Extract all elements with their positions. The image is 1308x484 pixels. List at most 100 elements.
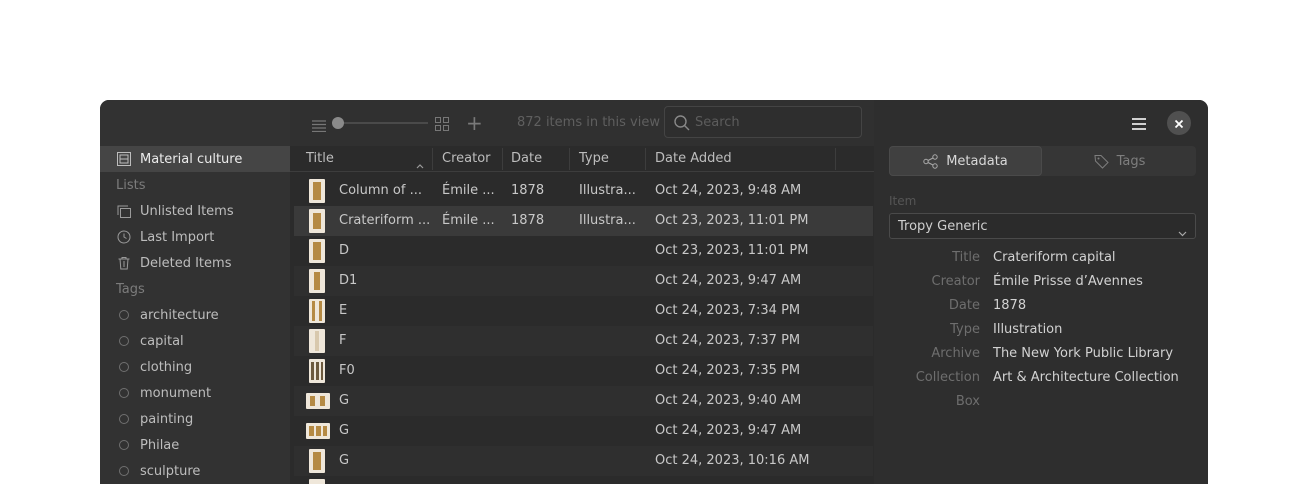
clock-icon [117, 230, 131, 244]
share-nodes-icon [923, 153, 938, 169]
add-item-icon[interactable]: + [466, 113, 483, 133]
table-row[interactable]: Column of ... Émile ... 1878 Illustra...… [294, 176, 873, 206]
field-label-date: Date [948, 298, 980, 313]
app-window: Material culture Lists Unlisted Items La… [100, 100, 1208, 484]
column-divider[interactable] [569, 148, 570, 170]
table-row[interactable]: D1 Oct 24, 2023, 9:47 AM [294, 266, 873, 296]
cell-title: G [339, 453, 350, 468]
item-thumbnail [309, 209, 325, 233]
item-thumbnail [309, 449, 325, 473]
table-row-selected[interactable]: Crateriform ... Émile ... 1878 Illustra.… [294, 206, 873, 236]
item-thumbnail [309, 179, 325, 203]
item-thumbnail [309, 299, 325, 323]
field-label-type: Type [950, 322, 980, 337]
field-label-box: Box [955, 394, 980, 409]
tag-label: capital [140, 333, 184, 349]
cell-date-added: Oct 24, 2023, 9:48 AM [655, 183, 802, 198]
list-view-icon[interactable] [312, 117, 326, 136]
tag-label: monument [140, 385, 212, 401]
tag-dot-icon [117, 464, 131, 478]
toolbar: + 872 items in this view Search [290, 100, 874, 146]
tag-label: sculpture [140, 463, 201, 479]
field-value-title[interactable]: Crateriform capital [993, 250, 1116, 265]
project-item[interactable]: Material culture [100, 146, 290, 172]
column-divider[interactable] [432, 148, 433, 170]
table-row[interactable]: D Oct 23, 2023, 11:01 PM [294, 236, 873, 266]
list-item-last-import[interactable]: Last Import [100, 224, 290, 250]
list-item-unlisted[interactable]: Unlisted Items [100, 198, 290, 224]
table-row[interactable]: G Oct 24, 2023, 9:47 AM [294, 416, 873, 446]
search-field[interactable]: Search [664, 106, 862, 138]
template-select[interactable]: Tropy Generic [889, 213, 1196, 239]
cell-date-added: Oct 24, 2023, 9:47 AM [655, 273, 802, 288]
tag-item[interactable]: painting [100, 406, 290, 432]
column-header-date-added[interactable]: Date Added [655, 151, 732, 166]
field-label-archive: Archive [931, 346, 980, 361]
field-value-type[interactable]: Illustration [993, 322, 1062, 337]
field-value-date[interactable]: 1878 [993, 298, 1026, 313]
list-item-deleted[interactable]: Deleted Items [100, 250, 290, 276]
cell-type: Illustra... [579, 183, 636, 198]
close-icon [1174, 114, 1184, 133]
panel-tabs: Metadata Tags [889, 146, 1196, 176]
grid-view-icon[interactable] [435, 116, 449, 135]
column-header-date[interactable]: Date [511, 151, 542, 166]
tag-label: architecture [140, 307, 219, 323]
table-row[interactable]: G Oct 24, 2023, 10:16 AM [294, 446, 873, 476]
tags-heading: Tags [116, 282, 145, 297]
template-value: Tropy Generic [898, 219, 988, 234]
tab-tags[interactable]: Tags [1043, 146, 1196, 176]
column-header-title[interactable]: Title [306, 151, 334, 166]
tag-item[interactable]: architecture [100, 302, 290, 328]
chevron-down-icon [1178, 222, 1187, 241]
field-value-archive[interactable]: The New York Public Library [993, 346, 1173, 361]
cell-date-added: Oct 23, 2023, 11:01 PM [655, 213, 809, 228]
tag-item[interactable]: sculpture [100, 458, 290, 484]
cell-title: F0 [339, 363, 355, 378]
field-value-collection[interactable]: Art & Architecture Collection [993, 370, 1179, 385]
tab-label: Metadata [946, 153, 1008, 169]
table-row[interactable]: F Oct 24, 2023, 7:37 PM [294, 326, 873, 356]
column-header-type[interactable]: Type [579, 151, 609, 166]
lists-heading: Lists [116, 178, 146, 193]
cell-title: Column of ... [339, 183, 422, 198]
tag-item[interactable]: Philae [100, 432, 290, 458]
cell-date-added: Oct 24, 2023, 7:37 PM [655, 333, 801, 348]
tag-item[interactable]: capital [100, 328, 290, 354]
cell-type: Illustra... [579, 213, 636, 228]
cell-title: E [339, 303, 348, 318]
table-row[interactable]: E Oct 24, 2023, 7:34 PM [294, 296, 873, 326]
item-thumbnail [309, 359, 325, 383]
metadata-panel: Metadata Tags Item Tropy Generic Title C… [874, 100, 1208, 484]
table-row[interactable]: G Oct 24, 2023, 9:40 AM [294, 386, 873, 416]
item-thumbnail [309, 479, 325, 484]
project-icon [117, 152, 131, 166]
field-label-creator: Creator [931, 274, 981, 289]
zoom-slider-handle[interactable] [332, 117, 344, 129]
item-thumbnail [306, 423, 330, 439]
column-divider[interactable] [835, 148, 836, 170]
cell-date-added: Oct 24, 2023, 9:47 AM [655, 423, 802, 438]
column-header-creator[interactable]: Creator [442, 151, 491, 166]
cell-creator: Émile ... [442, 183, 495, 198]
cell-title: Crateriform ... [339, 213, 431, 228]
close-button[interactable] [1167, 111, 1191, 135]
hamburger-menu-icon[interactable] [1131, 116, 1147, 135]
column-divider[interactable] [502, 148, 503, 170]
cell-title: D [339, 243, 350, 258]
tag-item[interactable]: monument [100, 380, 290, 406]
tag-label: Philae [140, 437, 180, 453]
tag-icon [1094, 154, 1109, 169]
tab-metadata[interactable]: Metadata [889, 146, 1042, 176]
table-row[interactable]: F0 Oct 24, 2023, 7:35 PM [294, 356, 873, 386]
table-row[interactable] [294, 476, 873, 484]
sort-ascending-icon[interactable] [416, 154, 424, 173]
tag-item[interactable]: clothing [100, 354, 290, 380]
tag-dot-icon [117, 438, 131, 452]
table-header: Title Creator Date Type Date Added [290, 146, 874, 172]
column-divider[interactable] [645, 148, 646, 170]
item-thumbnail [309, 329, 325, 353]
field-label-collection: Collection [915, 370, 980, 385]
field-value-creator[interactable]: Émile Prisse d’Avennes [993, 274, 1143, 289]
zoom-slider[interactable] [338, 122, 428, 124]
